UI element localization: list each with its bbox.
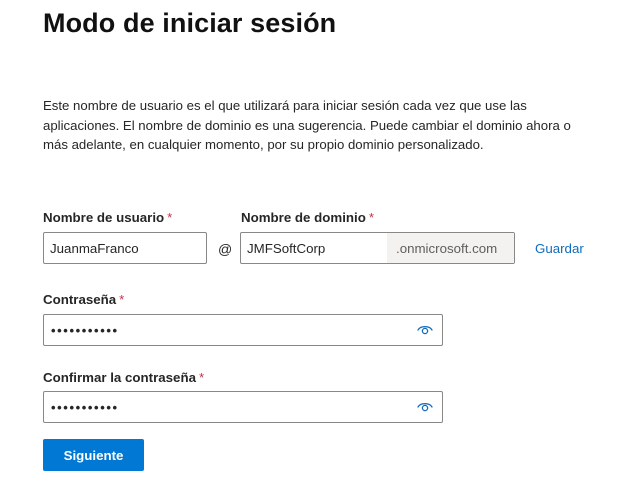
next-button[interactable]: Siguiente <box>43 439 144 471</box>
password-label-text: Contraseña <box>43 292 117 307</box>
eye-icon[interactable] <box>417 324 433 336</box>
save-link[interactable]: Guardar <box>535 241 584 256</box>
username-value: JuanmaFranco <box>50 240 139 256</box>
required-marker: * <box>167 210 173 225</box>
confirm-password-label-text: Confirmar la contraseña <box>43 370 196 385</box>
at-symbol: @ <box>218 241 233 257</box>
password-label: Contraseña * <box>43 292 124 307</box>
password-input[interactable]: ••••••••••• <box>43 314 443 346</box>
confirm-password-value: ••••••••••• <box>51 399 119 415</box>
confirm-password-label: Confirmar la contraseña * <box>43 370 204 385</box>
username-label: Nombre de usuario * <box>43 210 172 225</box>
domain-label: Nombre de dominio * <box>241 210 374 225</box>
domain-label-text: Nombre de dominio <box>241 210 366 225</box>
page-description: Este nombre de usuario es el que utiliza… <box>43 98 571 152</box>
username-input[interactable]: JuanmaFranco <box>43 232 207 264</box>
required-marker: * <box>119 292 125 307</box>
domain-suffix: .onmicrosoft.com <box>387 233 514 263</box>
username-label-text: Nombre de usuario <box>43 210 165 225</box>
required-marker: * <box>368 210 375 225</box>
domain-input[interactable]: JMFSoftCorp .onmicrosoft.com <box>240 232 515 264</box>
page-title: Modo de iniciar sesión <box>43 8 337 38</box>
password-value: ••••••••••• <box>51 322 119 338</box>
domain-value: JMFSoftCorp <box>247 240 326 256</box>
eye-icon[interactable] <box>417 401 433 413</box>
confirm-password-input[interactable]: ••••••••••• <box>43 391 443 423</box>
required-marker: * <box>198 370 205 385</box>
